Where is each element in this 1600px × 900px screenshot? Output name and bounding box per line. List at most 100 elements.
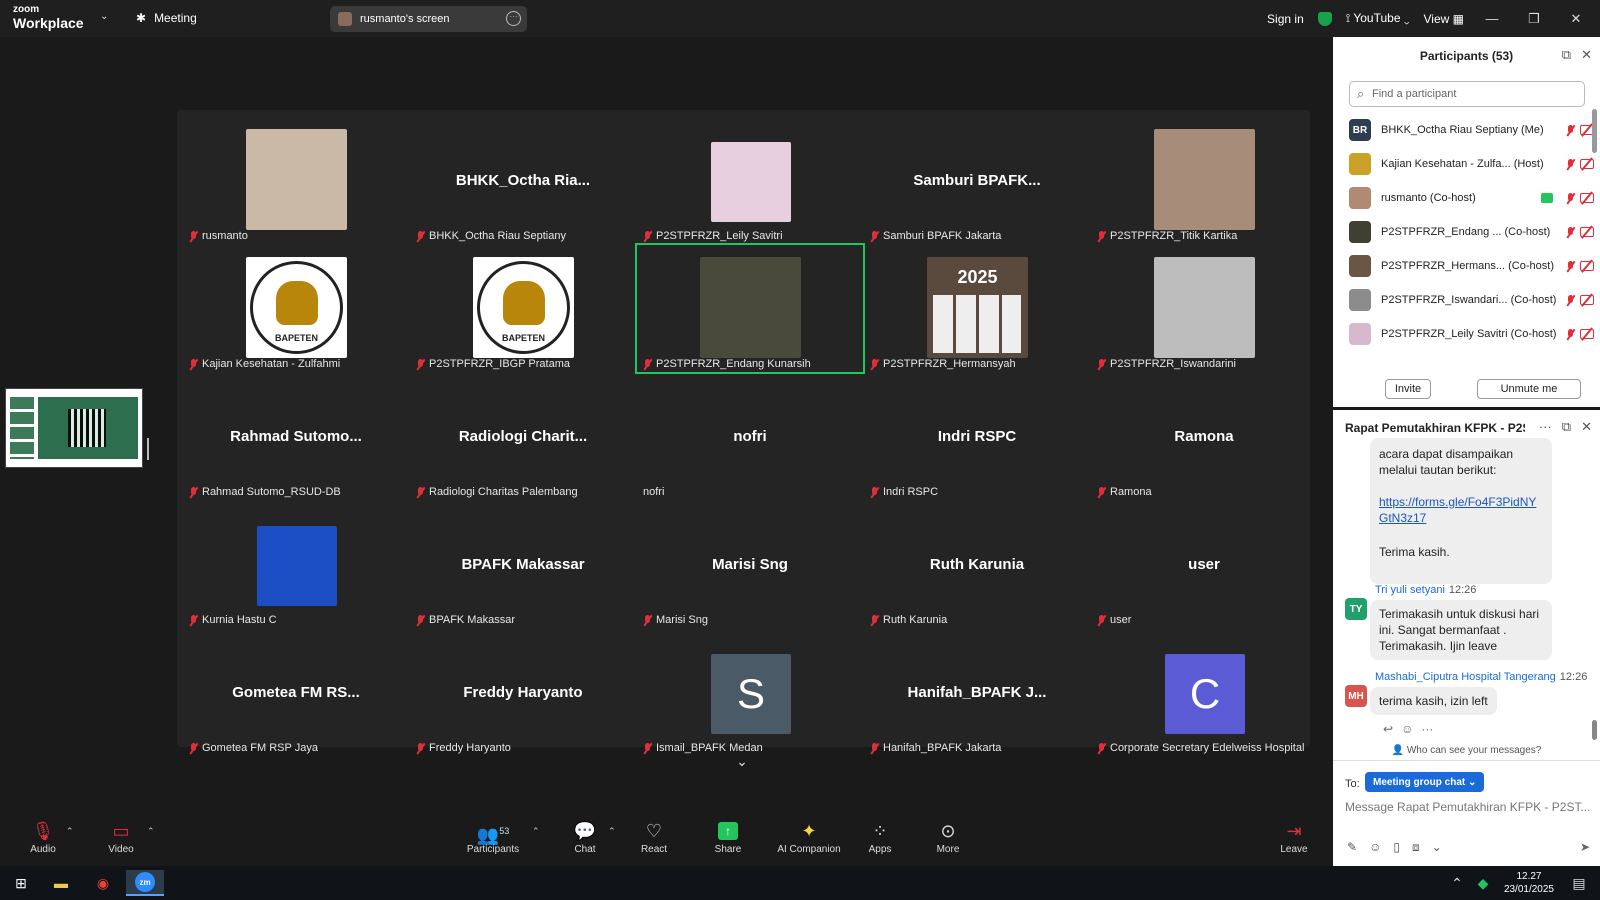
windows-start-icon[interactable]: ⊞ bbox=[8, 870, 34, 896]
invite-button[interactable]: Invite bbox=[1385, 379, 1431, 399]
thumbnail-drag-handle[interactable] bbox=[147, 438, 149, 460]
pop-out-icon[interactable]: ⧉ bbox=[1562, 47, 1571, 63]
avatar: BR bbox=[1349, 119, 1371, 141]
forms-link[interactable]: https://forms.gle/Fo4F3PidNYGtN3z17 bbox=[1379, 495, 1536, 525]
participant-row[interactable]: BR BHKK_Octha Riau Septiany (Me) bbox=[1349, 113, 1594, 147]
video-tile[interactable]: Rahmad Sutomo... Rahmad Sutomo_RSUD-DB bbox=[183, 373, 409, 500]
chevron-up-icon[interactable]: ⌃ bbox=[532, 826, 540, 837]
screen-share-pill[interactable]: rusmanto's screen ··· bbox=[330, 6, 527, 32]
participants-button[interactable]: 👥53 Participants bbox=[464, 818, 522, 866]
unmute-me-button[interactable]: Unmute me bbox=[1477, 379, 1581, 399]
participant-row[interactable]: P2STPFRZR_Endang ... (Co-host) bbox=[1349, 215, 1594, 249]
apps-button[interactable]: ⁘ Apps bbox=[866, 818, 894, 866]
chevron-down-icon[interactable]: ⌄ bbox=[1432, 840, 1442, 855]
video-tile[interactable]: BHKK_Octha Ria... BHKK_Octha Riau Septian… bbox=[410, 117, 636, 244]
youtube-stream-button[interactable]: ⟟ YouTube ⌄ bbox=[1346, 11, 1410, 26]
recipient-select[interactable]: Meeting group chat ⌄ bbox=[1365, 772, 1485, 792]
participant-row[interactable]: rusmanto (Co-host) bbox=[1349, 181, 1594, 215]
clock[interactable]: 12.27 23/01/2025 bbox=[1504, 870, 1554, 896]
video-tile[interactable]: Indri RSPC Indri RSPC bbox=[864, 373, 1090, 500]
reply-icon[interactable]: ↩ bbox=[1383, 722, 1393, 736]
mic-off-icon bbox=[870, 742, 879, 754]
leave-button[interactable]: ⇥ Leave bbox=[1280, 818, 1308, 866]
emoji-icon[interactable]: ☺ bbox=[1401, 722, 1413, 736]
chevron-up-icon[interactable]: ⌃ bbox=[608, 826, 616, 837]
name-label: Rahmad Sutomo_RSUD-DB bbox=[189, 486, 341, 498]
sign-in-button[interactable]: Sign in bbox=[1267, 12, 1304, 26]
video-tile[interactable]: Ramona Ramona bbox=[1091, 373, 1317, 500]
share-button[interactable]: ↑ Share bbox=[712, 818, 744, 866]
scrollbar[interactable] bbox=[1592, 109, 1597, 153]
who-can-see-link[interactable]: 👤 Who can see your messages? bbox=[1333, 745, 1600, 756]
shield-icon[interactable] bbox=[1317, 11, 1332, 26]
emoji-icon[interactable]: ☺ bbox=[1369, 840, 1381, 855]
audio-button[interactable]: 🎙 Audio bbox=[28, 818, 58, 866]
scrollbar[interactable] bbox=[1592, 720, 1597, 740]
video-tile[interactable]: BPAFK Makassar BPAFK Makassar bbox=[410, 501, 636, 628]
video-tile[interactable]: nofri nofri bbox=[637, 373, 863, 500]
video-tile[interactable]: Gometea FM RS... Gometea FM RSP Jaya bbox=[183, 629, 409, 756]
video-tile[interactable]: Marisi Sng Marisi Sng bbox=[637, 501, 863, 628]
video-tile[interactable]: Ruth Karunia Ruth Karunia bbox=[864, 501, 1090, 628]
video-button[interactable]: ▭ Video bbox=[106, 818, 136, 866]
participant-row[interactable]: P2STPFRZR_Hermans... (Co-host) bbox=[1349, 249, 1594, 283]
more-options-icon[interactable]: ··· bbox=[506, 11, 521, 26]
meeting-tab[interactable]: ✱ Meeting bbox=[136, 11, 197, 25]
more-icon[interactable]: ··· bbox=[1539, 419, 1552, 435]
video-tile[interactable]: P2STPFRZR_Iswandarini bbox=[1091, 245, 1317, 372]
video-tile[interactable]: user user bbox=[1091, 501, 1317, 628]
format-icon[interactable]: ✎ bbox=[1347, 840, 1357, 855]
chevron-up-icon[interactable]: ⌃ bbox=[147, 826, 155, 837]
chevron-down-icon[interactable]: ⌄ bbox=[712, 753, 772, 769]
video-tile[interactable]: Freddy Haryanto Freddy Haryanto bbox=[410, 629, 636, 756]
screenshot-icon[interactable]: ⧈ bbox=[1412, 840, 1420, 855]
minimize-icon[interactable]: — bbox=[1478, 11, 1506, 26]
more-icon[interactable]: ··· bbox=[1421, 722, 1433, 736]
file-explorer-icon[interactable]: ▬ bbox=[48, 870, 74, 896]
close-icon[interactable]: ✕ bbox=[1581, 419, 1592, 435]
participant-name: Ramona bbox=[1110, 486, 1152, 498]
restore-icon[interactable]: ❐ bbox=[1520, 11, 1548, 27]
chat-message-input[interactable]: Message Rapat Pemutakhiran KFPK - P2ST..… bbox=[1345, 800, 1593, 814]
participant-search-input[interactable]: Find a participant bbox=[1349, 81, 1585, 107]
shield-icon[interactable]: ◆ bbox=[1470, 870, 1496, 896]
zoom-taskbar-icon[interactable]: zm bbox=[126, 870, 164, 896]
video-tile[interactable]: P2STPFRZR_Titik Kartika bbox=[1091, 117, 1317, 244]
chat-button[interactable]: 💬 Chat bbox=[570, 818, 600, 866]
video-tile[interactable]: Radiologi Charit... Radiologi Charitas Pa… bbox=[410, 373, 636, 500]
video-tile[interactable]: BAPETEN P2STPFRZR_IBGP Pratama bbox=[410, 245, 636, 372]
video-tile[interactable]: Samburi BPAFK... Samburi BPAFK Jakarta bbox=[864, 117, 1090, 244]
more-button[interactable]: ⊙ More bbox=[934, 818, 962, 866]
ai-companion-button[interactable]: ✦ AI Companion bbox=[774, 818, 844, 866]
shared-screen-thumbnail[interactable] bbox=[5, 388, 143, 468]
video-tile[interactable]: P2STPFRZR_Leily Savitri bbox=[637, 117, 863, 244]
chevron-down-icon[interactable]: ⌄ bbox=[100, 11, 108, 22]
video-tile[interactable]: P2STPFRZR_Endang Kunarsih bbox=[635, 243, 865, 374]
video-tile[interactable]: Kurnia Hastu C bbox=[183, 501, 409, 628]
chevron-up-icon[interactable]: ⌃ bbox=[1444, 870, 1470, 896]
close-icon[interactable]: ✕ bbox=[1581, 47, 1592, 63]
participant-row[interactable]: Kajian Kesehatan - Zulfa... (Host) bbox=[1349, 147, 1594, 181]
video-tile[interactable]: BAPETEN Kajian Kesehatan - Zulfahmi bbox=[183, 245, 409, 372]
video-tile[interactable]: rusmanto bbox=[183, 117, 409, 244]
video-tile[interactable]: S Ismail_BPAFK Medan bbox=[637, 629, 863, 756]
leave-label: Leave bbox=[1280, 844, 1308, 855]
chrome-icon[interactable]: ◉ bbox=[90, 870, 116, 896]
video-tile[interactable]: C Corporate Secretary Edelweiss Hospital bbox=[1091, 629, 1317, 756]
notification-icon[interactable]: ▤ bbox=[1566, 870, 1592, 896]
participants-label: Participants bbox=[466, 844, 520, 855]
avatar: MH bbox=[1345, 685, 1367, 707]
participant-row[interactable]: P2STPFRZR_Leily Savitri (Co-host) bbox=[1349, 317, 1594, 351]
name-label: Kurnia Hastu C bbox=[189, 614, 277, 626]
name-label: rusmanto bbox=[189, 230, 248, 242]
chevron-up-icon[interactable]: ⌃ bbox=[66, 826, 74, 837]
send-icon[interactable]: ➤ bbox=[1580, 840, 1590, 854]
close-icon[interactable]: ✕ bbox=[1562, 11, 1590, 27]
file-icon[interactable]: ▯ bbox=[1393, 840, 1400, 855]
pop-out-icon[interactable]: ⧉ bbox=[1562, 419, 1571, 435]
view-button[interactable]: View ▦ bbox=[1424, 12, 1464, 26]
react-button[interactable]: ♡ React bbox=[638, 818, 670, 866]
participant-row[interactable]: P2STPFRZR_Iswandari... (Co-host) bbox=[1349, 283, 1594, 317]
video-tile[interactable]: Hanifah_BPAFK J... Hanifah_BPAFK Jakarta bbox=[864, 629, 1090, 756]
video-tile[interactable]: 2025 P2STPFRZR_Hermansyah bbox=[864, 245, 1090, 372]
